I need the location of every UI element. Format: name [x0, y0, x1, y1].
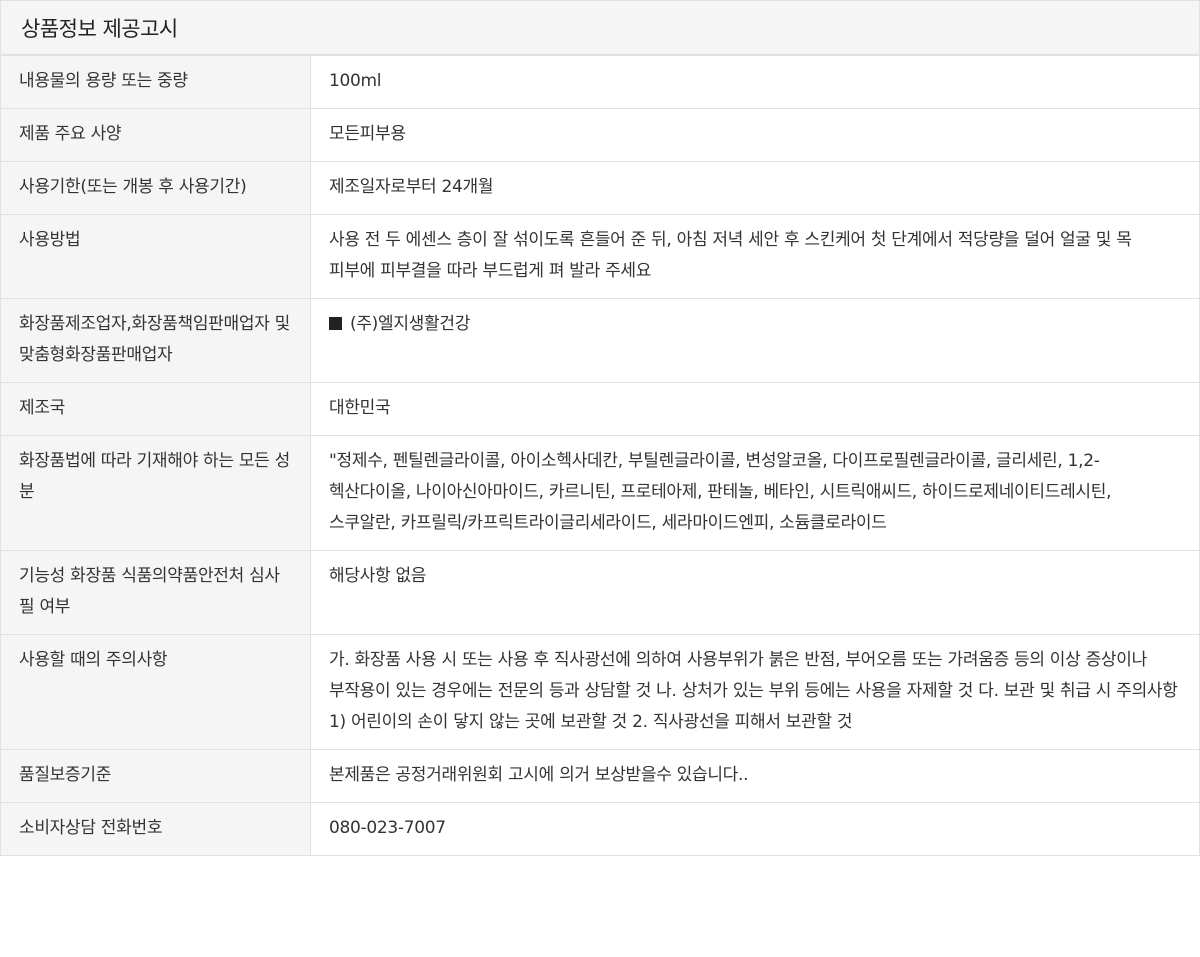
- row-label: 기능성 화장품 식품의약품안전처 심사필 여부: [0, 550, 311, 635]
- notice-title: 상품정보 제공고시: [21, 16, 178, 41]
- row-label: 사용기한(또는 개봉 후 사용기간): [0, 161, 311, 215]
- table-row-precautions: 사용할 때의 주의사항 가. 화장품 사용 시 또는 사용 후 직사광선에 의하…: [0, 634, 1200, 750]
- table-row-country: 제조국 대한민국: [0, 382, 1200, 436]
- table-row-manufacturer: 화장품제조업자,화장품책임판매업자 및 맞춤형화장품판매업자 (주)엘지생활건강: [0, 298, 1200, 383]
- row-value: 대한민국: [310, 382, 1200, 436]
- table-row-volume: 내용물의 용량 또는 중량 100ml: [0, 55, 1200, 109]
- black-square-icon: [329, 317, 342, 330]
- product-info-table: 내용물의 용량 또는 중량 100ml 제품 주요 사양 모든피부용 사용기한(…: [0, 55, 1200, 856]
- product-info-notice: 상품정보 제공고시 내용물의 용량 또는 중량 100ml 제품 주요 사양 모…: [0, 0, 1200, 856]
- row-label: 내용물의 용량 또는 중량: [0, 55, 311, 109]
- table-row-spec: 제품 주요 사양 모든피부용: [0, 108, 1200, 162]
- row-value: 모든피부용: [310, 108, 1200, 162]
- row-label: 사용방법: [0, 214, 311, 299]
- row-value: 가. 화장품 사용 시 또는 사용 후 직사광선에 의하여 사용부위가 붉은 반…: [310, 634, 1200, 750]
- row-value: 100ml: [310, 55, 1200, 109]
- row-value: 080-023-7007: [310, 802, 1200, 856]
- row-label: 사용할 때의 주의사항: [0, 634, 311, 750]
- notice-header: 상품정보 제공고시: [0, 1, 1200, 55]
- row-value: 사용 전 두 에센스 층이 잘 섞이도록 흔들어 준 뒤, 아침 저녁 세안 후…: [310, 214, 1200, 299]
- row-value: 제조일자로부터 24개월: [310, 161, 1200, 215]
- table-row-functional-review: 기능성 화장품 식품의약품안전처 심사필 여부 해당사항 없음: [0, 550, 1200, 635]
- table-row-consumer-phone: 소비자상담 전화번호 080-023-7007: [0, 802, 1200, 856]
- row-value: "정제수, 펜틸렌글라이콜, 아이소헥사데칸, 부틸렌글라이콜, 변성알코올, …: [310, 435, 1200, 551]
- row-label: 제조국: [0, 382, 311, 436]
- table-row-quality-guarantee: 품질보증기준 본제품은 공정거래위원회 고시에 의거 보상받을수 있습니다..: [0, 749, 1200, 803]
- row-value: (주)엘지생활건강: [310, 298, 1200, 383]
- row-label: 화장품제조업자,화장품책임판매업자 및 맞춤형화장품판매업자: [0, 298, 311, 383]
- row-label: 소비자상담 전화번호: [0, 802, 311, 856]
- row-label: 제품 주요 사양: [0, 108, 311, 162]
- row-label: 품질보증기준: [0, 749, 311, 803]
- row-label: 화장품법에 따라 기재해야 하는 모든 성분: [0, 435, 311, 551]
- table-row-ingredients: 화장품법에 따라 기재해야 하는 모든 성분 "정제수, 펜틸렌글라이콜, 아이…: [0, 435, 1200, 551]
- row-value: 해당사항 없음: [310, 550, 1200, 635]
- table-row-usage: 사용방법 사용 전 두 에센스 층이 잘 섞이도록 흔들어 준 뒤, 아침 저녁…: [0, 214, 1200, 299]
- row-value: 본제품은 공정거래위원회 고시에 의거 보상받을수 있습니다..: [310, 749, 1200, 803]
- table-row-expiry: 사용기한(또는 개봉 후 사용기간) 제조일자로부터 24개월: [0, 161, 1200, 215]
